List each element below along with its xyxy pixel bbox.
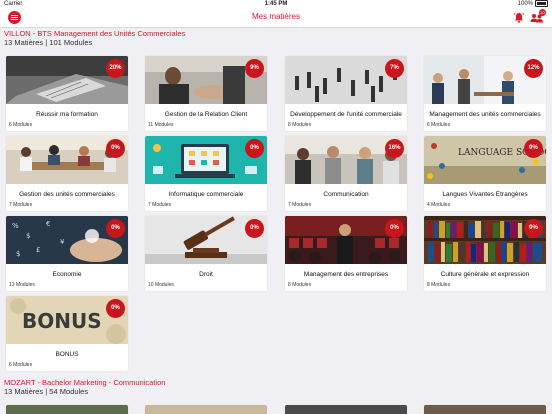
course-name: Développement de l'unité commerciale — [290, 111, 402, 119]
course-card[interactable] — [424, 405, 546, 414]
module-count: 8 Modules — [288, 282, 312, 288]
course-name: Management des unités commerciales — [429, 111, 541, 119]
course-card[interactable]: 12% Management des unités commerciales 6… — [424, 56, 546, 131]
course-name: Economie — [52, 271, 82, 279]
course-thumbnail — [6, 405, 128, 414]
svg-text:€: € — [46, 220, 50, 228]
course-card[interactable] — [145, 405, 267, 414]
module-count: 6 Modules — [427, 122, 451, 128]
course-name: Droit — [199, 271, 213, 279]
progress-badge: 0% — [106, 139, 125, 158]
course-card[interactable]: 7% Développement de l'unité commerciale … — [285, 56, 407, 131]
course-card[interactable]: 0% Gestion des unités commerciales 7 Mod… — [6, 136, 128, 211]
section-title[interactable]: MOZART - Bachelor Marketing - Communicat… — [4, 378, 165, 387]
course-card[interactable]: % $ € £ ¥ $ 0% Economie 13 Modules — [6, 216, 128, 291]
module-count: 7 Modules — [9, 202, 33, 208]
progress-badge: 20% — [106, 59, 125, 78]
module-count: 10 Modules — [148, 282, 174, 288]
battery-status: 100% — [518, 0, 548, 9]
course-card[interactable]: 0% Informatique commerciale 7 Modules — [145, 136, 267, 211]
course-card[interactable]: 0% Culture générale et expression 8 Modu… — [424, 216, 546, 291]
course-card[interactable]: LANGUAGE SCHOOL 0% Langues Vivantes Etra… — [424, 136, 546, 211]
svg-text:%: % — [12, 222, 19, 230]
course-name: Culture générale et expression — [440, 271, 530, 279]
progress-badge: 0% — [385, 219, 404, 238]
progress-badge: 0% — [106, 299, 125, 318]
course-name: Langues Vivantes Etrangères — [442, 191, 528, 199]
section-subtitle: 13 Matières | 101 Modules — [4, 38, 93, 47]
progress-badge: 0% — [524, 139, 543, 158]
notification-badge: 10 — [539, 9, 546, 16]
svg-text:¥: ¥ — [60, 238, 65, 246]
course-name: BONUS — [55, 351, 79, 359]
svg-text:£: £ — [36, 246, 40, 254]
module-count: 7 Modules — [148, 202, 172, 208]
bell-icon[interactable] — [514, 12, 524, 23]
course-card[interactable]: 16% Communication 7 Modules — [285, 136, 407, 211]
module-count: 7 Modules — [288, 202, 312, 208]
module-count: 4 Modules — [427, 202, 451, 208]
module-count: 6 Modules — [9, 122, 33, 128]
module-count: 6 Modules — [9, 362, 33, 368]
status-bar: Carrier 1:45 PM 100% — [0, 0, 552, 9]
section-title[interactable]: VILLON - BTS Management des Unités Comme… — [4, 29, 185, 38]
bonus-text: BONUS — [22, 309, 102, 333]
progress-badge: 0% — [524, 219, 543, 238]
module-count: 8 Modules — [288, 122, 312, 128]
course-card[interactable]: 0% Droit 10 Modules — [145, 216, 267, 291]
battery-percent: 100% — [517, 1, 533, 8]
course-name: Management des entreprises — [303, 271, 389, 279]
course-thumbnail — [424, 405, 546, 414]
course-card[interactable]: 20% Réussir ma formation 6 Modules — [6, 56, 128, 131]
course-name: Gestion de la Relation Client — [164, 111, 248, 119]
svg-text:$: $ — [26, 232, 30, 240]
course-name: Communication — [323, 191, 369, 199]
module-count: 13 Modules — [9, 282, 35, 288]
nav-bar: Mes matières 10 — [0, 9, 552, 28]
course-name: Réussir ma formation — [36, 111, 98, 119]
section-subtitle: 13 Matières | 54 Modules — [4, 387, 89, 396]
progress-badge: 16% — [385, 139, 404, 158]
course-card[interactable]: 0% Management des entreprises 8 Modules — [285, 216, 407, 291]
progress-badge: 0% — [106, 219, 125, 238]
module-count: 8 Modules — [427, 282, 451, 288]
progress-badge: 7% — [385, 59, 404, 78]
progress-badge: 0% — [245, 219, 264, 238]
progress-badge: 9% — [245, 59, 264, 78]
course-thumbnail — [285, 405, 407, 414]
clock: 1:45 PM — [264, 1, 288, 7]
course-card[interactable]: 9% Gestion de la Relation Client 11 Modu… — [145, 56, 267, 131]
course-card[interactable]: BONUS 0% BONUS 6 Modules — [6, 296, 128, 371]
course-card[interactable] — [285, 405, 407, 414]
svg-text:$: $ — [16, 250, 20, 258]
course-thumbnail — [145, 405, 267, 414]
course-name: Gestion des unités commerciales — [19, 191, 115, 199]
battery-icon — [535, 0, 548, 7]
course-name: Informatique commerciale — [168, 191, 244, 199]
progress-badge: 0% — [245, 139, 264, 158]
progress-badge: 12% — [524, 59, 543, 78]
module-count: 11 Modules — [148, 122, 174, 128]
course-card[interactable] — [6, 405, 128, 414]
page-title: Mes matières — [251, 12, 300, 21]
